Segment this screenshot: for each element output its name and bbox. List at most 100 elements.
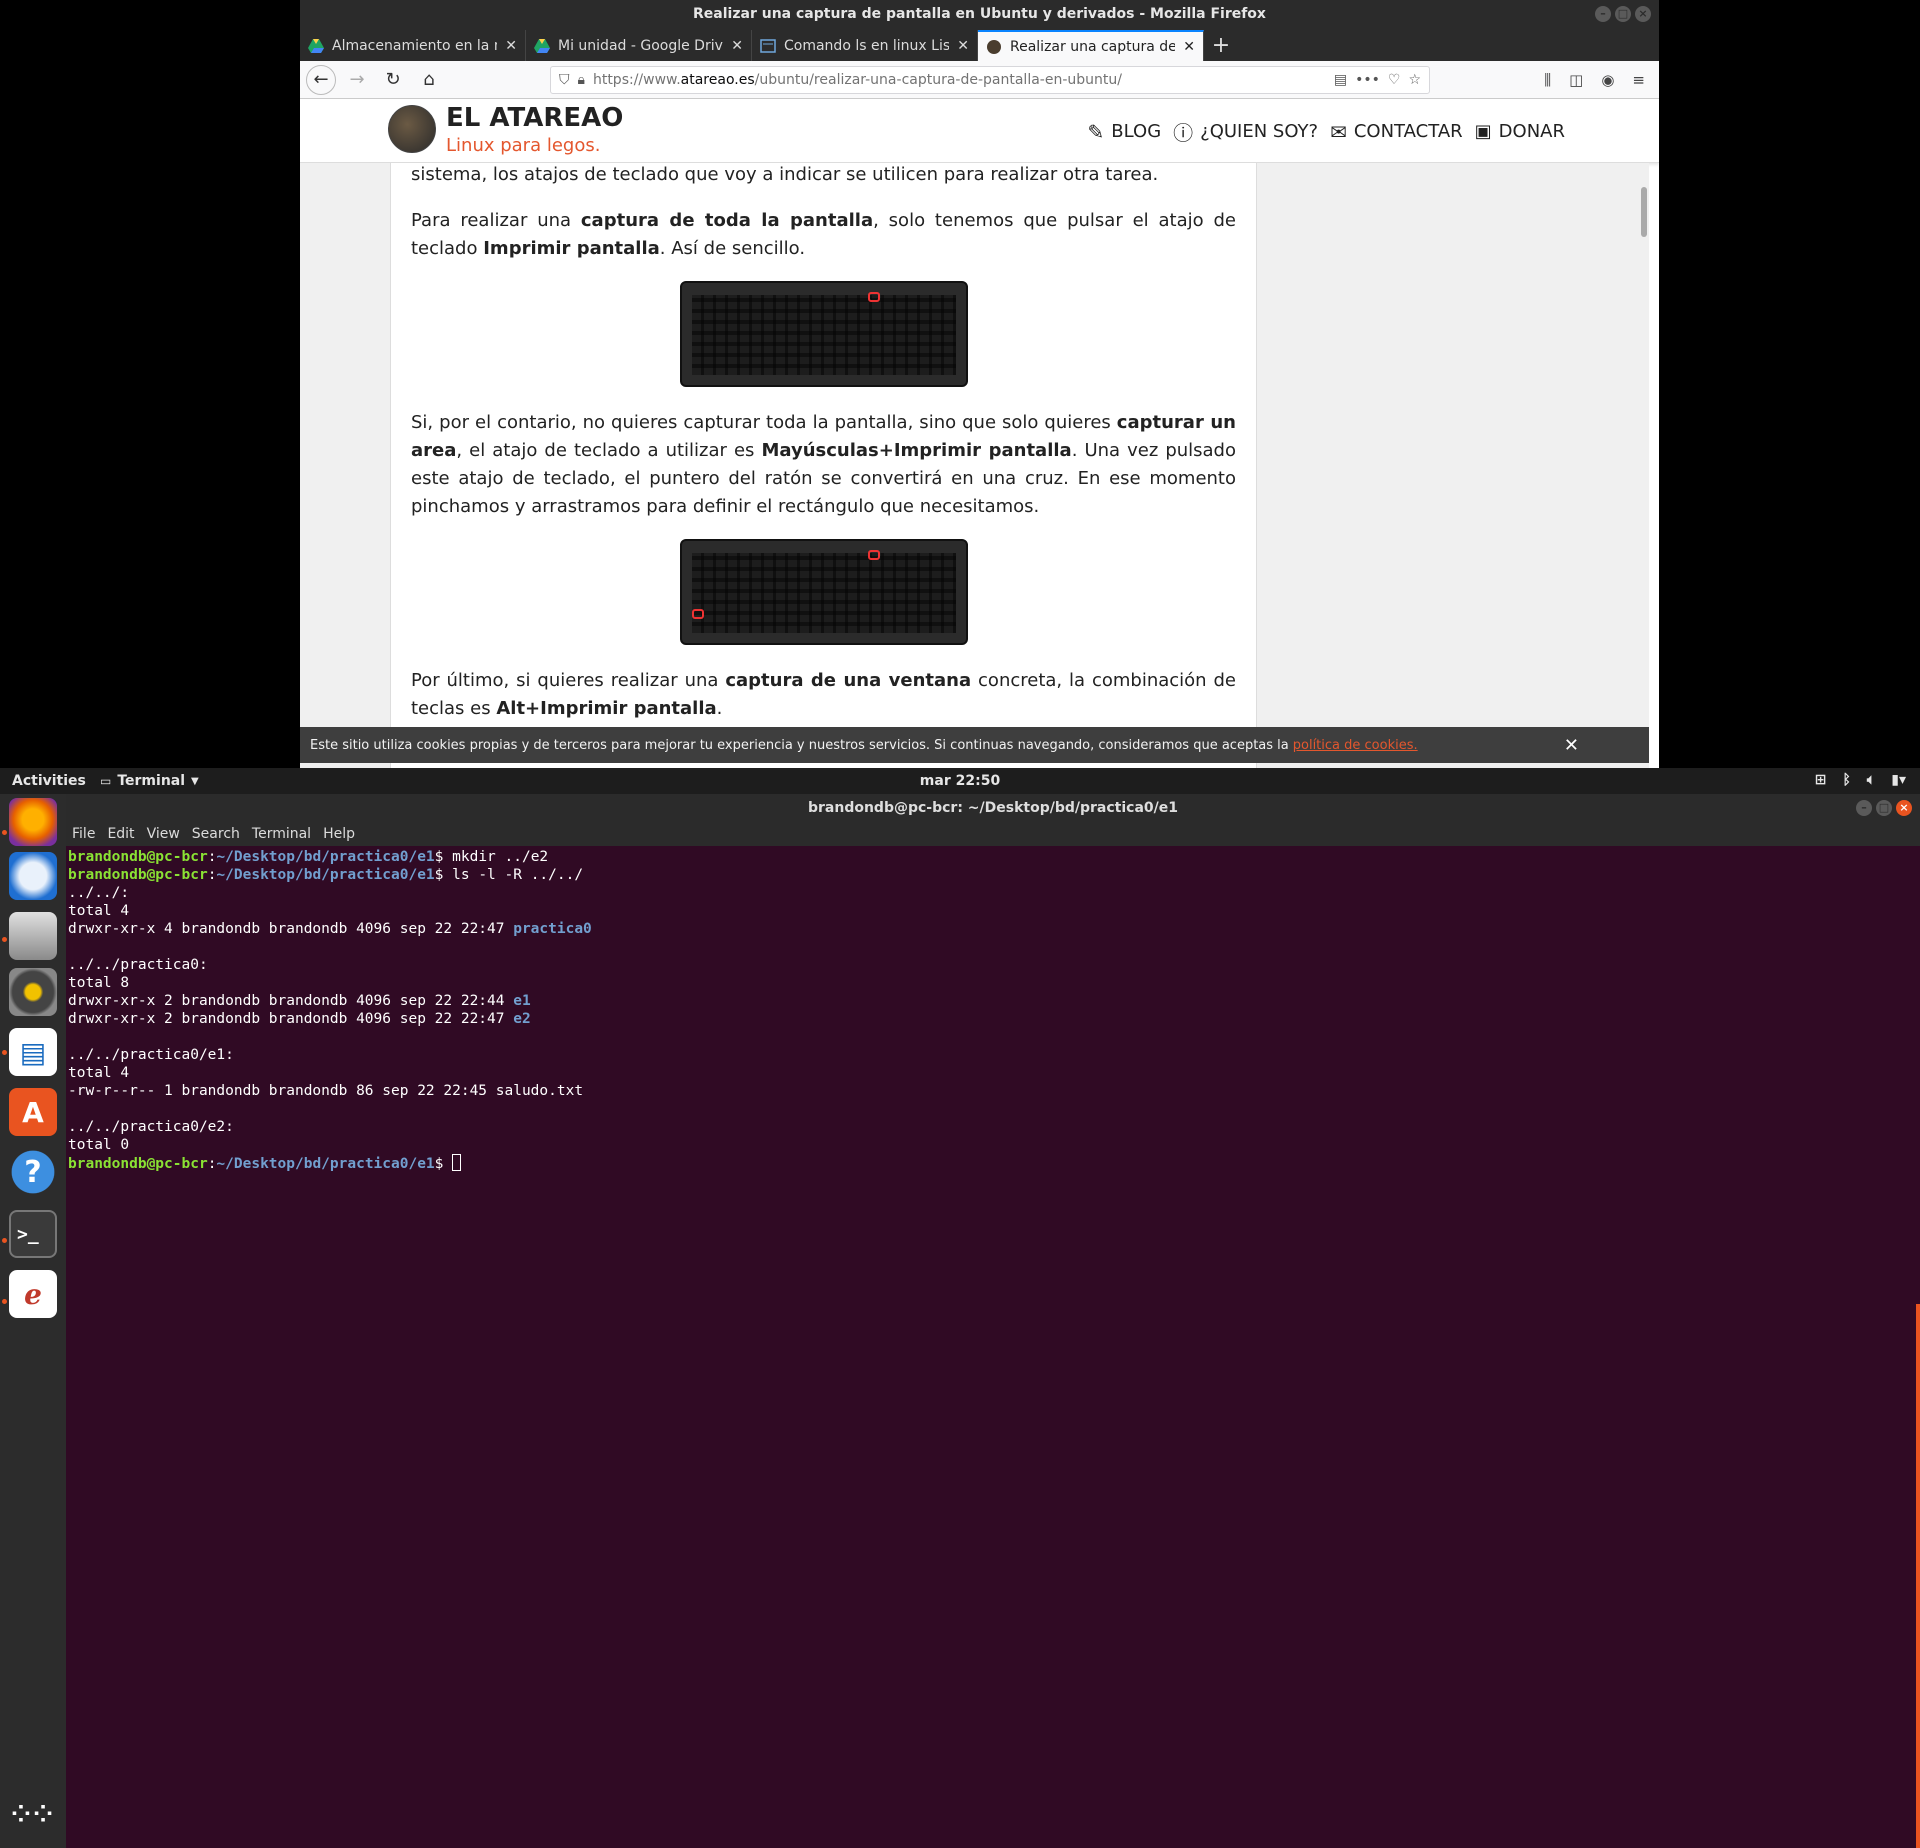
files-icon[interactable]: [9, 912, 57, 960]
tracking-shield-icon[interactable]: ⛉: [559, 72, 570, 88]
tab-google-drive[interactable]: Mi unidad - Google Drive ✕: [526, 30, 752, 61]
library-icon[interactable]: ⫼: [1544, 71, 1551, 89]
rhythmbox-icon[interactable]: [9, 968, 57, 1016]
minimize-button[interactable]: –: [1856, 800, 1872, 816]
gnome-top-bar: Activities ▭ Terminal ▼ mar 22:50 ⊞ ᛒ 🔈︎ ▮…: [0, 768, 1920, 794]
google-drive-icon: [534, 38, 550, 53]
app-menu-label: Terminal: [117, 773, 186, 789]
firefox-titlebar: Realizar una captura de pantalla en Ubun…: [300, 0, 1659, 28]
paragraph: Por último, si quieres realizar una capt…: [411, 670, 1236, 719]
close-tab-icon[interactable]: ✕: [731, 38, 743, 54]
hamburger-menu-icon[interactable]: ≡: [1632, 71, 1645, 89]
new-tab-button[interactable]: +: [1204, 30, 1238, 61]
menu-label: BLOG: [1111, 121, 1162, 142]
running-indicator: [2, 1238, 7, 1243]
keyboard-image: [679, 281, 968, 387]
url-host: atareao.es: [680, 71, 755, 88]
app-menu[interactable]: ▭ Terminal ▼: [100, 773, 199, 789]
close-button[interactable]: ×: [1635, 6, 1651, 22]
help-icon[interactable]: ?: [9, 1148, 57, 1196]
article: sistema, los atajos de teclado que voy a…: [390, 163, 1257, 768]
show-applications-icon[interactable]: ⁘⁘: [9, 1790, 57, 1838]
maximize-button[interactable]: □: [1615, 6, 1631, 22]
close-tab-icon[interactable]: ✕: [505, 38, 517, 54]
terminal-menubar: File Edit View Search Terminal Help: [66, 822, 1920, 846]
cookie-banner: Este sitio utiliza cookies propias y de …: [300, 727, 1649, 763]
window-title: Realizar una captura de pantalla en Ubun…: [693, 6, 1266, 22]
menu-view[interactable]: View: [147, 826, 180, 842]
firefox-icon[interactable]: [9, 798, 57, 846]
writer-icon[interactable]: ▤: [9, 1028, 57, 1076]
envelope-icon: ✉: [1330, 119, 1347, 144]
thunderbird-icon[interactable]: [9, 852, 57, 900]
paragraph: Si, por el contario, no quieres capturar…: [411, 412, 1236, 517]
network-icon: ⊞: [1814, 772, 1827, 788]
cookie-policy-link[interactable]: política de cookies.: [1293, 738, 1418, 753]
tab-comando-ls[interactable]: Comando ls en linux List ✕: [752, 30, 978, 61]
reload-button[interactable]: ↻: [378, 65, 408, 95]
menu-blog[interactable]: ✎ BLOG: [1088, 117, 1162, 146]
tab-realizar-captura[interactable]: Realizar una captura de p ✕: [978, 30, 1204, 61]
url-bar[interactable]: ⛉ 🔒︎ https://www.atareao.es/ubuntu/reali…: [550, 65, 1430, 94]
pocket-icon[interactable]: ♡: [1388, 72, 1401, 88]
close-tab-icon[interactable]: ✕: [957, 38, 969, 54]
terminal-output[interactable]: brandondb@pc-bcr:~/Desktop/bd/practica0/…: [66, 846, 1920, 1175]
menu-terminal[interactable]: Terminal: [252, 826, 311, 842]
menu-contactar[interactable]: ✉ CONTACTAR: [1330, 117, 1463, 146]
paragraph: sistema, los atajos de teclado que voy a…: [411, 164, 1159, 185]
terminal-window: brandondb@pc-bcr: ~/Desktop/bd/practica0…: [66, 794, 1920, 1848]
activities-button[interactable]: Activities: [12, 773, 86, 789]
terminal-small-icon: ▭: [100, 774, 112, 788]
cookie-text: Este sitio utiliza cookies propias y de …: [310, 737, 1289, 753]
terminal-icon[interactable]: >_: [9, 1210, 57, 1258]
menu-help[interactable]: Help: [323, 826, 355, 842]
minimize-button[interactable]: –: [1595, 6, 1611, 22]
tab-label: Realizar una captura de p: [1010, 38, 1176, 55]
menu-label: CONTACTAR: [1353, 121, 1463, 142]
sidebar-icon[interactable]: ◫: [1569, 71, 1583, 89]
menu-search[interactable]: Search: [192, 826, 240, 842]
running-indicator: [2, 1050, 7, 1055]
menu-donar[interactable]: ▣ DONAR: [1475, 117, 1565, 146]
url-prefix: https://www.: [592, 71, 681, 88]
forward-button[interactable]: →: [342, 65, 372, 95]
menu-file[interactable]: File: [72, 826, 95, 842]
running-indicator: [2, 937, 7, 942]
atareao-icon: [987, 39, 1001, 54]
terminal-cursor: [452, 1154, 462, 1171]
site-title[interactable]: EL ATAREAO: [446, 103, 623, 133]
tab-bar: Almacenamiento en la n ✕ Mi unidad - Goo…: [300, 28, 1659, 61]
account-icon[interactable]: ◉: [1601, 71, 1614, 89]
page-actions-icon[interactable]: •••: [1355, 72, 1380, 88]
home-button[interactable]: ⌂: [414, 65, 444, 95]
tab-label: Mi unidad - Google Drive: [558, 37, 724, 54]
page-scrollbar[interactable]: [1639, 163, 1649, 768]
volume-icon: 🔈︎: [1866, 772, 1876, 788]
bookmark-star-icon[interactable]: ☆: [1408, 72, 1421, 88]
bluetooth-icon: ᛒ: [1842, 772, 1851, 788]
clock[interactable]: mar 22:50: [920, 773, 1000, 789]
tab-almacenamiento[interactable]: Almacenamiento en la n ✕: [300, 30, 526, 61]
system-tray[interactable]: ⊞ ᛒ 🔈︎ ▮▾: [1815, 772, 1906, 788]
reader-view-icon[interactable]: ▤: [1334, 72, 1347, 88]
maximize-button[interactable]: □: [1876, 800, 1892, 816]
close-icon[interactable]: ✕: [1564, 735, 1579, 756]
lock-icon[interactable]: 🔒︎: [578, 72, 585, 88]
site-logo[interactable]: [388, 105, 436, 153]
text-editor-icon[interactable]: ℯ: [9, 1270, 57, 1318]
google-drive-icon: [308, 38, 324, 53]
menu-quien-soy[interactable]: ⓘ ¿QUIEN SOY?: [1173, 117, 1318, 146]
paragraph: Para realizar una captura de toda la pan…: [411, 210, 1236, 259]
battery-icon: ▮▾: [1891, 772, 1906, 788]
site-menu: ✎ BLOG ⓘ ¿QUIEN SOY? ✉ CONTACTAR ▣ DONAR: [1088, 117, 1565, 146]
tab-label: Comando ls en linux List: [784, 37, 950, 54]
menu-edit[interactable]: Edit: [107, 826, 134, 842]
terminal-scrollbar[interactable]: [1916, 1304, 1920, 1848]
close-button[interactable]: ×: [1896, 800, 1912, 816]
chevron-down-icon: ▼: [191, 775, 199, 787]
back-button[interactable]: ←: [306, 64, 336, 95]
close-tab-icon[interactable]: ✕: [1183, 39, 1195, 55]
terminal-title: brandondb@pc-bcr: ~/Desktop/bd/practica0…: [807, 800, 1179, 816]
software-center-icon[interactable]: A: [9, 1088, 57, 1136]
money-icon: ▣: [1474, 121, 1492, 142]
